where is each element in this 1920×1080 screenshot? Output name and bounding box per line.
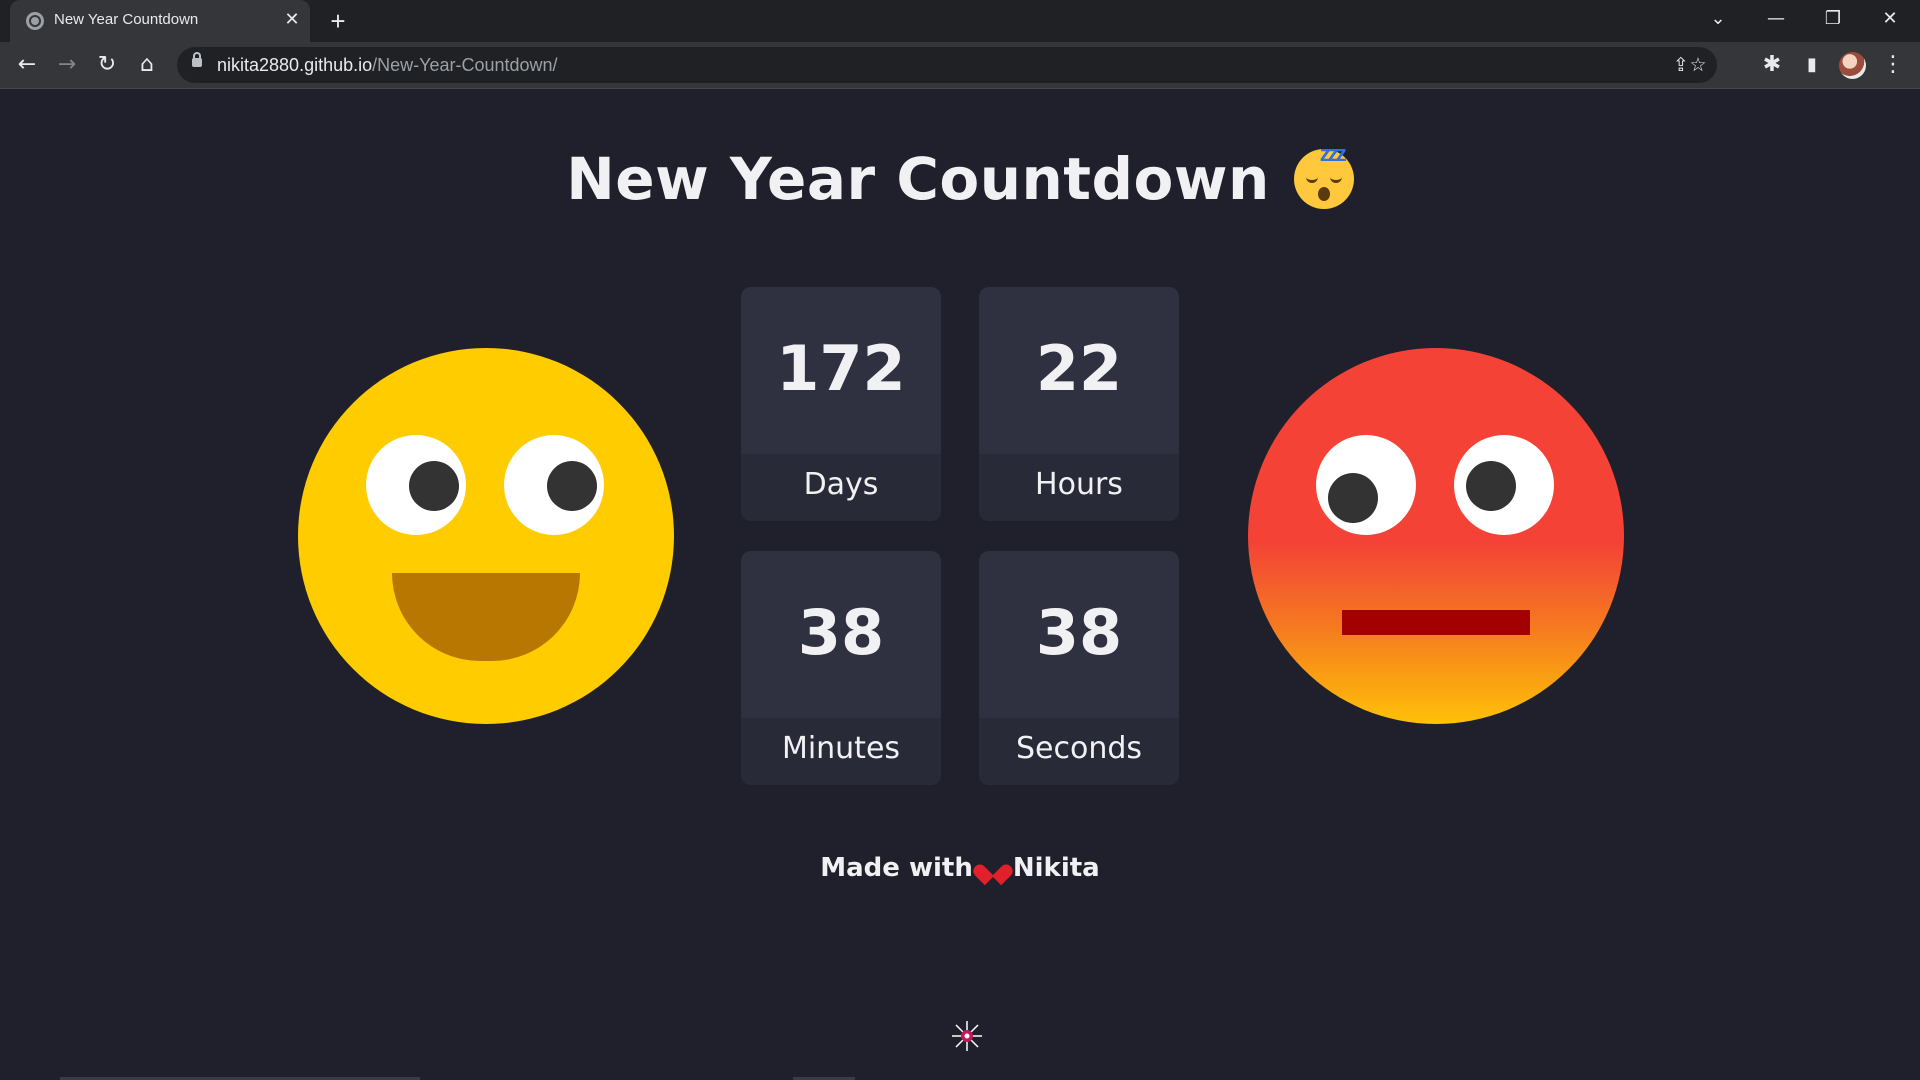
url-host: nikita2880.github.io [217,55,373,75]
sleeping-mouth [1317,187,1330,201]
new-tab-button[interactable]: + [325,8,351,34]
happy-face-icon [298,348,674,724]
made-with-text: Made with [820,853,973,883]
page-title: New Year Countdown [566,145,1270,213]
countdown-box-hours: 22 Hours [979,287,1179,521]
lock-icon[interactable] [192,52,202,67]
happy-mouth [392,573,580,661]
minutes-label: Minutes [781,731,901,766]
menu-icon[interactable]: ⋮ [1877,49,1909,81]
minutes-value: 38 [797,596,885,669]
happy-pupil-right [547,461,597,511]
restore-button[interactable]: ❐ [1805,0,1861,42]
seconds-value: 38 [1035,596,1123,669]
hours-value: 22 [1035,332,1123,405]
url-text[interactable]: nikita2880.github.io/New-Year-Countdown/ [217,55,558,76]
footer-credit: Made with Nikita [0,853,1920,883]
side-panel-icon[interactable]: ▮ [1796,49,1828,81]
angry-eye-left [1316,435,1416,535]
back-icon[interactable]: ← [11,49,43,81]
reload-icon[interactable]: ↻ [91,49,123,81]
countdown-box-days: 172 Days [741,287,941,521]
days-value: 172 [776,332,906,405]
page-title-row: New Year Countdown zzz [0,141,1920,213]
browser-toolbar: ← → ↻ ⌂ nikita2880.github.io/New-Year-Co… [0,42,1920,89]
minimize-button[interactable]: — [1748,0,1804,42]
days-label: Days [803,467,879,502]
bookmark-star-icon[interactable]: ☆ [1682,49,1714,81]
extensions-icon[interactable]: ✱ [1756,49,1788,81]
address-bar[interactable]: nikita2880.github.io/New-Year-Countdown/… [177,47,1717,83]
author-name: Nikita [1012,853,1100,883]
forward-icon[interactable]: → [51,49,83,81]
home-icon[interactable]: ⌂ [131,49,163,81]
browser-tab[interactable]: New Year Countdown ✕ [10,0,310,42]
browser-tab-strip: New Year Countdown ✕ + ⌄ — ❐ ✕ [0,0,1920,42]
url-path: /New-Year-Countdown/ [372,55,558,75]
angry-pupil-right [1466,461,1516,511]
zzz-icon: zzz [1319,141,1347,166]
profile-avatar[interactable] [1839,52,1866,79]
angry-eye-right [1454,435,1554,535]
happy-eye-right [504,435,604,535]
angry-face-icon [1248,348,1624,724]
angry-mouth [1342,610,1530,635]
sleeping-eye-right [1329,175,1342,183]
tab-close-icon[interactable]: ✕ [280,8,304,32]
close-window-button[interactable]: ✕ [1862,0,1918,42]
globe-icon [26,12,44,30]
countdown-box-seconds: 38 Seconds [979,551,1179,785]
sparkle-cursor-icon [952,1021,982,1051]
tab-title: New Year Countdown [54,11,199,28]
happy-pupil-left [409,461,459,511]
page-content: New Year Countdown zzz 172 Days 22 Hours [0,89,1920,1080]
tab-search-icon[interactable]: ⌄ [1690,0,1746,42]
angry-pupil-left [1328,473,1378,523]
happy-eye-left [366,435,466,535]
hours-label: Hours [1035,467,1123,502]
seconds-label: Seconds [1015,731,1143,766]
heart-icon [981,856,1005,878]
sleeping-eye-left [1305,175,1318,183]
countdown-box-minutes: 38 Minutes [741,551,941,785]
sleeping-face-icon: zzz [1293,141,1354,209]
